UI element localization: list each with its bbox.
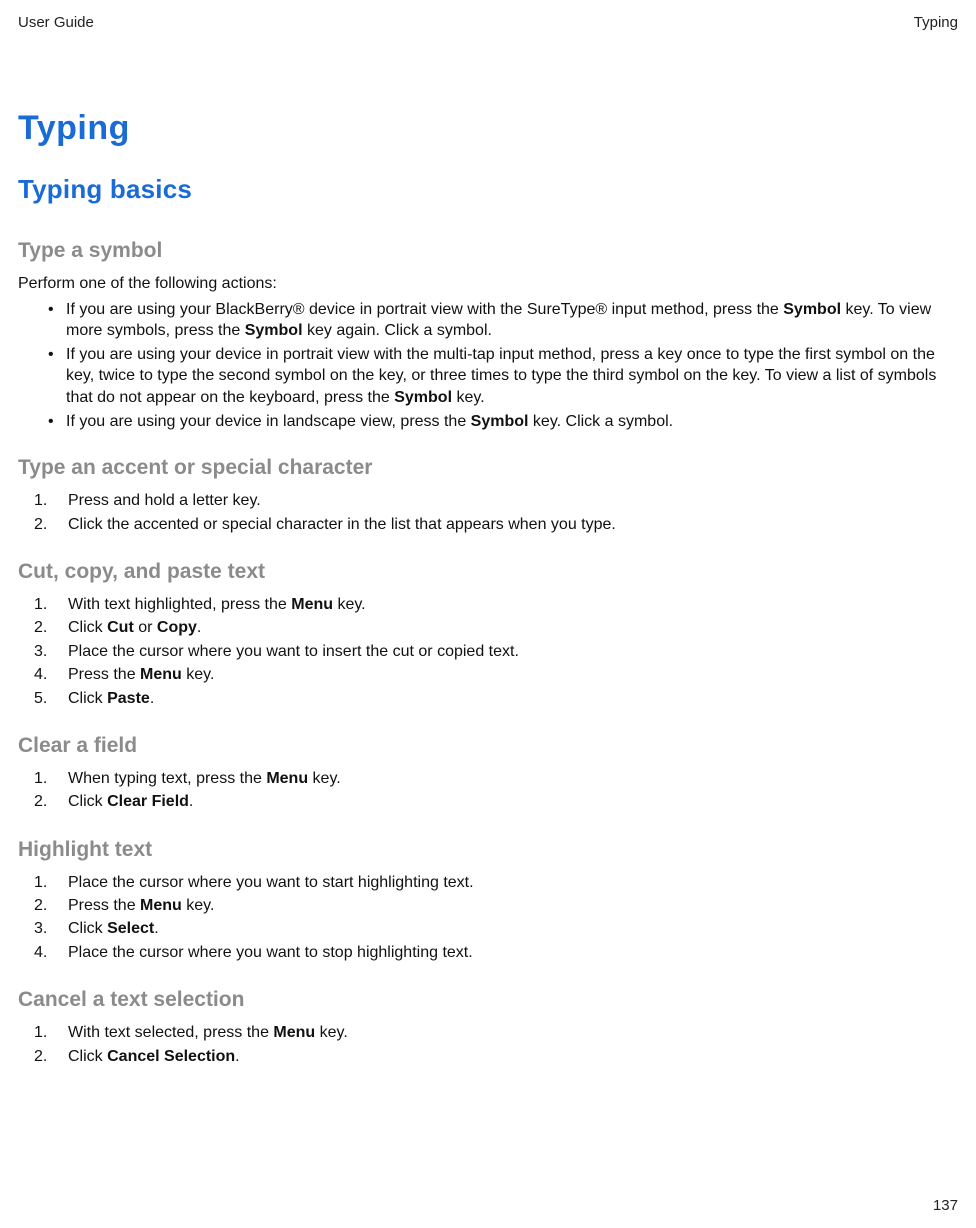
body-text-span: If you are using your device in portrait… [66,346,936,406]
section-title: Typing basics [18,174,958,205]
list-item: Click Cut or Copy. [34,617,958,639]
body-text-span: key. [315,1024,348,1041]
sub-heading: Cut, copy, and paste text [18,560,958,584]
body-text-span: Click [68,1048,107,1065]
list-item: If you are using your BlackBerry® device… [52,299,958,342]
list-item: With text highlighted, press the Menu ke… [34,594,958,616]
list-item: Click Clear Field. [34,791,958,813]
list-item: Press the Menu key. [34,664,958,686]
body-text-span: . [154,920,158,937]
bold-text: Symbol [245,322,303,339]
sub-heading: Clear a field [18,734,958,758]
body-text-span: Place the cursor where you want to start… [68,874,474,891]
body-text-span: key. [333,596,366,613]
page-number: 137 [933,1197,958,1214]
bold-text: Menu [273,1024,315,1041]
body-text-span: Click [68,690,107,707]
body-text-span: key. [182,666,215,683]
sub-heading: Type an accent or special character [18,456,958,480]
sub-heading: Highlight text [18,838,958,862]
numbered-list: When typing text, press the Menu key.Cli… [18,768,958,814]
bold-text: Menu [266,770,308,787]
body-text-span: Press the [68,666,140,683]
bold-text: Copy [157,619,197,636]
intro-text: Perform one of the following actions: [18,273,958,295]
bold-text: Cancel Selection [107,1048,235,1065]
body-text-span: Press and hold a letter key. [68,492,261,509]
bold-text: Select [107,920,154,937]
body-text-span: or [134,619,157,636]
body-text-span: Place the cursor where you want to inser… [68,643,519,660]
numbered-list: With text selected, press the Menu key.C… [18,1022,958,1068]
sub-heading: Type a symbol [18,239,958,263]
body-text-span: key. [452,389,485,406]
list-item: If you are using your device in landscap… [52,411,958,433]
bold-text: Symbol [394,389,452,406]
list-item: Click Paste. [34,688,958,710]
numbered-list: With text highlighted, press the Menu ke… [18,594,958,710]
list-item: Click Cancel Selection. [34,1046,958,1068]
list-item: Click Select. [34,918,958,940]
bold-text: Menu [291,596,333,613]
list-item: Press and hold a letter key. [34,490,958,512]
body-text-span: key. Click a symbol. [528,413,673,430]
bold-text: Clear Field [107,793,189,810]
bold-text: Symbol [783,301,841,318]
bold-text: Symbol [471,413,529,430]
body-text-span: Click [68,619,107,636]
body-text-span: . [189,793,193,810]
bold-text: Cut [107,619,134,636]
body-text-span: Place the cursor where you want to stop … [68,944,473,961]
body-text-span: key. [308,770,341,787]
body-text-span: With text selected, press the [68,1024,273,1041]
numbered-list: Place the cursor where you want to start… [18,872,958,965]
body-text-span: If you are using your device in landscap… [66,413,471,430]
list-item: Place the cursor where you want to start… [34,872,958,894]
list-item: If you are using your device in portrait… [52,344,958,409]
body-text-span: Press the [68,897,140,914]
header-left: User Guide [18,14,94,31]
bold-text: Menu [140,897,182,914]
body-text-span: . [150,690,154,707]
sub-heading: Cancel a text selection [18,988,958,1012]
body-text-span: key. [182,897,215,914]
body-text-span: key again. Click a symbol. [303,322,492,339]
page-header: User Guide Typing [18,14,958,31]
content-area: Type a symbol Perform one of the followin… [18,239,958,1068]
numbered-list: Press and hold a letter key. Click the ac… [18,490,958,536]
body-text-span: . [235,1048,239,1065]
body-text-span: Click [68,793,107,810]
body-text-span: With text highlighted, press the [68,596,291,613]
main-title: Typing [18,109,958,148]
body-text-span: When typing text, press the [68,770,266,787]
body-text-span: Click the accented or special character … [68,516,616,533]
list-item: Place the cursor where you want to stop … [34,942,958,964]
list-item: With text selected, press the Menu key. [34,1022,958,1044]
bold-text: Paste [107,690,150,707]
list-item: Place the cursor where you want to inser… [34,641,958,663]
body-text-span: Click [68,920,107,937]
header-right: Typing [914,14,958,31]
list-item: Press the Menu key. [34,895,958,917]
body-text-span: . [197,619,201,636]
list-item: When typing text, press the Menu key. [34,768,958,790]
bold-text: Menu [140,666,182,683]
bullet-list: If you are using your BlackBerry® device… [18,299,958,433]
body-text-span: If you are using your BlackBerry® device… [66,301,783,318]
list-item: Click the accented or special character … [34,514,958,536]
